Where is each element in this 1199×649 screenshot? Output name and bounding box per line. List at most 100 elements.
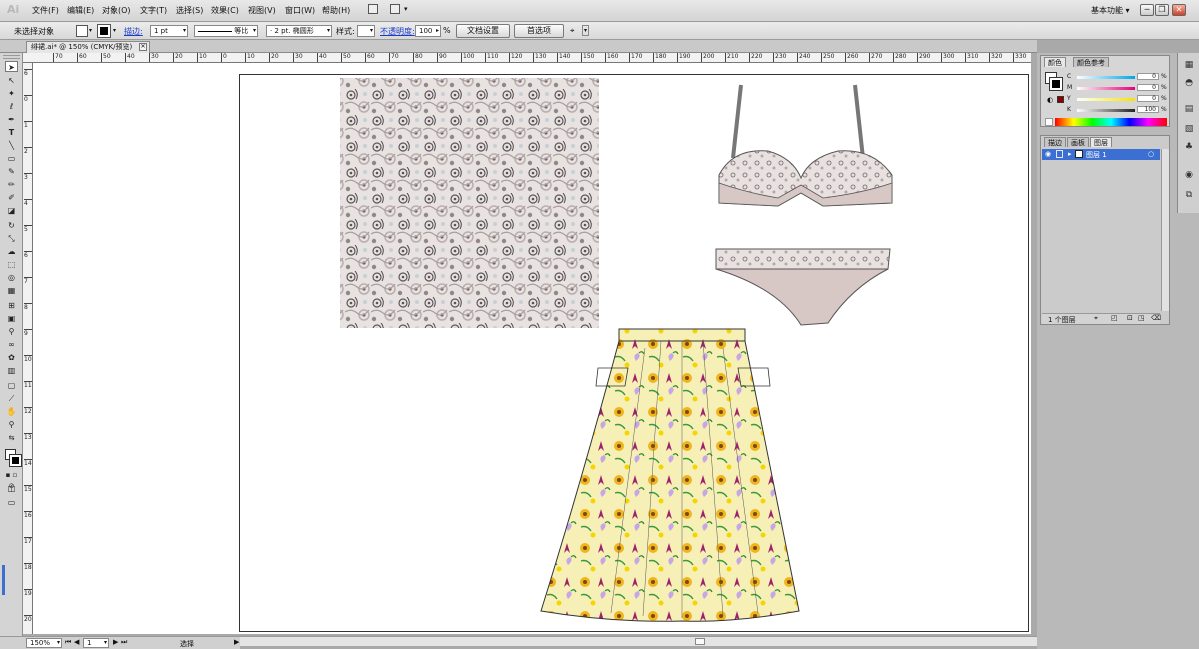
gamut-swatch[interactable]: [1057, 96, 1064, 103]
blend-tool-icon[interactable]: ∞: [5, 339, 18, 350]
workspace-switcher[interactable]: 基本功能 ▾: [1091, 5, 1130, 16]
rectangle-tool-icon[interactable]: ▭: [5, 153, 18, 164]
transparency-icon[interactable]: ◉: [1183, 169, 1195, 181]
prev-page-icon[interactable]: ◀: [74, 638, 79, 646]
scale-tool-icon[interactable]: ⤡: [5, 233, 18, 244]
tab-color-guide[interactable]: 颜色参考: [1073, 57, 1109, 67]
color-mode-icon[interactable]: ▪ ▫ ⊘: [5, 470, 18, 490]
lasso-tool-icon[interactable]: ℓ: [5, 101, 18, 112]
arrange-documents-icon[interactable]: [390, 4, 400, 14]
color-spectrum[interactable]: [1055, 118, 1167, 126]
style-select[interactable]: ▾: [357, 25, 375, 37]
isolate-icon[interactable]: ⌖: [570, 26, 575, 36]
rotate-tool-icon[interactable]: ↻: [5, 220, 18, 231]
column-graph-tool-icon[interactable]: ▥: [5, 365, 18, 376]
panel-stroke-swatch[interactable]: [1049, 77, 1063, 91]
visibility-eye-icon[interactable]: ◉: [1045, 150, 1051, 158]
canvas[interactable]: [33, 63, 1031, 634]
out-of-gamut-icon[interactable]: ◐: [1047, 96, 1053, 104]
slider-magenta[interactable]: M 0 %: [1067, 84, 1167, 92]
menu-select[interactable]: 选择(S): [176, 5, 203, 16]
panties-illustration[interactable]: [715, 248, 891, 326]
menu-file[interactable]: 文件(F): [32, 5, 59, 16]
skirt-illustration[interactable]: [540, 328, 800, 622]
line-tool-icon[interactable]: ╲: [5, 140, 18, 151]
stroke-color-icon[interactable]: [9, 454, 22, 467]
stroke-profile-select[interactable]: 等比 ▾: [194, 25, 258, 37]
pencil-tool-icon[interactable]: ✏: [5, 179, 18, 190]
mesh-tool-icon[interactable]: ⊞: [5, 300, 18, 311]
horizontal-scrollbar[interactable]: [240, 636, 1170, 646]
swatches-icon[interactable]: ▦: [1183, 59, 1195, 71]
gradient-tool-icon[interactable]: ▣: [5, 313, 18, 324]
document-tab[interactable]: 绯裙.ai* @ 150% (CMYK/预览) ✕: [26, 41, 150, 53]
free-transform-tool-icon[interactable]: ⬚: [5, 259, 18, 270]
screen-mode-icon[interactable]: ▭: [5, 497, 18, 508]
black-value[interactable]: 100: [1137, 106, 1159, 113]
menu-window[interactable]: 窗口(W): [285, 5, 315, 16]
align-icon[interactable]: ⧉: [1183, 189, 1195, 201]
type-tool-icon[interactable]: T: [5, 127, 18, 138]
menu-object[interactable]: 对象(O): [102, 5, 131, 16]
horizontal-scroll-thumb[interactable]: [695, 638, 705, 645]
vertical-ruler[interactable]: 6 0 1 2 3 4 5 6 7 8 9 10 11 12 13 14 15 16 17 18 19 20: [23, 63, 33, 634]
slider-cyan[interactable]: C 0 %: [1067, 73, 1167, 81]
direct-selection-tool-icon[interactable]: ↖: [5, 75, 18, 86]
toolbar-grip[interactable]: [3, 55, 20, 59]
black-gradient[interactable]: [1077, 109, 1135, 112]
yellow-gradient[interactable]: [1077, 98, 1135, 101]
tab-close-icon[interactable]: ✕: [139, 43, 147, 51]
menu-edit[interactable]: 编辑(E): [67, 5, 94, 16]
symbols-icon[interactable]: ▤: [1183, 103, 1195, 115]
selection-tool-icon[interactable]: ➤: [5, 61, 18, 72]
paintbrush-tool-icon[interactable]: ✎: [5, 166, 18, 177]
delete-layer-icon[interactable]: ⌫: [1151, 314, 1161, 322]
close-button[interactable]: ✕: [1172, 4, 1186, 16]
menu-effect[interactable]: 效果(C): [211, 5, 239, 16]
layer-name[interactable]: 图层 1: [1086, 150, 1107, 160]
clipping-mask-icon[interactable]: ◰: [1111, 314, 1118, 322]
perspective-grid-tool-icon[interactable]: ▦: [5, 285, 18, 296]
document-setup-button[interactable]: 文档设置: [456, 24, 510, 38]
lace-pattern-swatch[interactable]: [340, 78, 599, 328]
zoom-select[interactable]: 150% ▾: [26, 638, 62, 648]
slider-yellow[interactable]: Y 0 %: [1067, 95, 1167, 103]
brushes-icon[interactable]: ◓: [1183, 77, 1195, 89]
status-menu-icon[interactable]: ▶: [234, 638, 239, 646]
stroke-dropdown-icon[interactable]: ▾: [113, 27, 116, 34]
stroke-swatch[interactable]: [97, 24, 111, 38]
menu-view[interactable]: 视图(V): [248, 5, 276, 16]
cyan-gradient[interactable]: [1077, 76, 1135, 79]
hand-tool-icon[interactable]: ✋: [5, 406, 18, 417]
tab-stroke[interactable]: 描边: [1044, 137, 1066, 147]
opacity-input[interactable]: 100 ▸: [415, 25, 441, 37]
control-menu-icon[interactable]: ▾: [582, 25, 589, 36]
graphic-styles-icon[interactable]: ▧: [1183, 123, 1195, 135]
expand-triangle-icon[interactable]: ▸: [1068, 150, 1072, 158]
eraser-tool-icon[interactable]: ◪: [5, 205, 18, 216]
artboard-tool-icon[interactable]: ▢: [5, 380, 18, 391]
slider-black[interactable]: K 100 %: [1067, 106, 1167, 114]
horizontal-ruler[interactable]: 70 60 50 40 30 20 10 0 10 20 30 40 50 60 70 80 90 100 110 1…: [23, 53, 1031, 63]
last-page-icon[interactable]: ⏭: [121, 638, 127, 647]
bridge-icon[interactable]: [368, 4, 378, 14]
tab-color[interactable]: 颜色: [1044, 57, 1066, 67]
appearance-icon[interactable]: ♣: [1183, 141, 1195, 153]
minimize-button[interactable]: ─: [1140, 4, 1154, 16]
lock-toggle[interactable]: [1056, 150, 1063, 158]
stroke-weight-select[interactable]: 1 pt ▾: [150, 25, 188, 37]
arrange-dropdown-icon[interactable]: ▾: [404, 5, 408, 13]
eyedropper-tool-icon[interactable]: ⚲: [5, 326, 18, 337]
page-select[interactable]: 1 ▾: [83, 638, 109, 648]
pen-tool-icon[interactable]: ✒: [5, 114, 18, 125]
target-circle-icon[interactable]: ○: [1148, 150, 1154, 158]
symbol-sprayer-tool-icon[interactable]: ✿: [5, 352, 18, 363]
restore-button[interactable]: ❐: [1155, 4, 1169, 16]
warp-tool-icon[interactable]: ☁: [5, 246, 18, 257]
magic-wand-tool-icon[interactable]: ✦: [5, 88, 18, 99]
menu-type[interactable]: 文字(T): [140, 5, 167, 16]
new-layer-icon[interactable]: ◳: [1138, 314, 1145, 322]
stroke-label[interactable]: 描边:: [124, 26, 143, 37]
yellow-value[interactable]: 0: [1137, 95, 1159, 102]
zoom-tool-icon[interactable]: ⚲: [5, 419, 18, 430]
